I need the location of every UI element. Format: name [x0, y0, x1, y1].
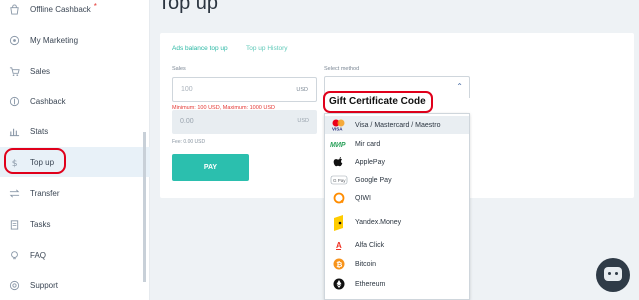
- svg-text:A: A: [336, 241, 342, 250]
- sum-field: 0.00 USD: [172, 110, 317, 134]
- sidebar-scrollbar[interactable]: [143, 132, 146, 282]
- fee-text: Fee: 0.00 USD: [172, 139, 206, 145]
- sidebar-item-label: Support: [30, 280, 59, 290]
- shopping-bag-icon: [8, 3, 20, 15]
- bot-eye: [615, 272, 618, 275]
- coin-icon: [8, 95, 20, 107]
- sidebar-item-label: Stats: [30, 126, 49, 136]
- method-dropdown-list: VISA Visa / Mastercard / Maestro МИР Mir…: [324, 113, 470, 300]
- bot-face-icon: [604, 267, 622, 281]
- method-option-label: Ethereum: [355, 280, 386, 288]
- cart-icon: [8, 65, 20, 77]
- sidebar-item-label: Transfer: [30, 188, 60, 198]
- method-option-label: Bitcoin: [355, 260, 377, 268]
- yandex-money-icon: [330, 212, 348, 232]
- bot-eye: [608, 272, 611, 275]
- ethereum-icon: [330, 278, 348, 290]
- sidebar-item-label: Offline Cashback: [30, 4, 91, 14]
- chat-bot-button[interactable]: [596, 258, 630, 292]
- sidebar-item-cashback[interactable]: Cashback: [0, 86, 150, 116]
- svg-text:₿: ₿: [336, 260, 342, 269]
- sales-label: Sales: [172, 66, 186, 72]
- chevron-up-icon[interactable]: ⌃: [456, 82, 463, 91]
- support-icon: [8, 279, 20, 291]
- sidebar-item-label: Cashback: [30, 96, 66, 106]
- new-badge: *: [93, 1, 97, 11]
- method-option-applepay[interactable]: ApplePay: [325, 153, 469, 171]
- sidebar-item-label: Sales: [30, 66, 51, 76]
- method-option-label: Visa / Mastercard / Maestro: [355, 121, 441, 129]
- bar-chart-icon: [8, 125, 20, 137]
- pay-button[interactable]: PAY: [172, 154, 249, 181]
- method-option-label: Mir card: [355, 140, 381, 148]
- method-option-visa-mastercard[interactable]: VISA Visa / Mastercard / Maestro: [325, 116, 469, 134]
- method-option-bitcoin[interactable]: ₿ Bitcoin: [325, 255, 469, 273]
- transfer-icon: [8, 187, 20, 199]
- method-option-alfa-click[interactable]: A Alfa Click: [325, 236, 469, 254]
- method-option-label: Alfa Click: [355, 241, 385, 249]
- sidebar-item-stats[interactable]: Stats: [0, 116, 150, 146]
- google-pay-icon: G Pay: [330, 174, 348, 186]
- sales-input-placeholder: 100: [181, 86, 193, 93]
- sum-currency: USD: [297, 118, 309, 124]
- sidebar-item-label: FAQ: [30, 250, 47, 260]
- sidebar-item-label: Tasks: [30, 219, 51, 229]
- clipboard-icon: [8, 218, 20, 230]
- svg-text:VISA: VISA: [332, 127, 343, 132]
- sales-input[interactable]: 100 USD: [172, 77, 317, 102]
- tab-ads-balance-top-up[interactable]: Ads balance top up: [172, 45, 228, 52]
- method-option-google-pay[interactable]: G Pay Google Pay: [325, 171, 469, 189]
- sidebar-item-transfer[interactable]: Transfer: [0, 178, 150, 208]
- tab-top-up-history[interactable]: Top up History: [246, 45, 288, 52]
- sidebar-item-faq[interactable]: FAQ: [0, 240, 150, 270]
- method-option-label: Google Pay: [355, 176, 392, 184]
- sidebar-item-label: My Marketing: [30, 35, 79, 45]
- marketing-icon: [8, 34, 20, 46]
- qiwi-icon: [330, 192, 348, 204]
- sum-value: 0.00: [180, 118, 194, 125]
- method-option-yandex-money[interactable]: Yandex.Money: [325, 210, 469, 234]
- method-option-qiwi[interactable]: QIWI: [325, 189, 469, 207]
- visa-mastercard-icon: VISA: [330, 119, 348, 131]
- sidebar-item-my-marketing[interactable]: My Marketing: [0, 25, 150, 55]
- method-option-label: QIWI: [355, 194, 371, 202]
- apple-icon: [330, 156, 348, 168]
- select-method-label: Select method: [324, 66, 360, 72]
- mir-icon: МИР: [330, 138, 348, 150]
- alfa-icon: A: [330, 239, 348, 251]
- svg-text:МИР: МИР: [330, 142, 346, 149]
- method-option-mir[interactable]: МИР Mir card: [325, 135, 469, 153]
- gift-certificate-annotation: Gift Certificate Code: [329, 96, 426, 107]
- method-option-ethereum[interactable]: Ethereum: [325, 275, 469, 293]
- sales-currency: USD: [296, 87, 308, 93]
- method-option-label: ApplePay: [355, 158, 385, 166]
- highlight-ring-top-up: [4, 148, 66, 174]
- sidebar-item-offline-cashback[interactable]: Offline Cashback *: [0, 0, 150, 24]
- bitcoin-icon: ₿: [330, 258, 348, 270]
- sidebar-item-tasks[interactable]: Tasks: [0, 209, 150, 239]
- method-option-label: Yandex.Money: [355, 218, 402, 226]
- sidebar-item-sales[interactable]: Sales: [0, 56, 150, 86]
- sidebar-item-support[interactable]: Support: [0, 270, 150, 300]
- lightbulb-icon: [8, 249, 20, 261]
- page-title: Top up: [158, 0, 219, 14]
- svg-text:G Pay: G Pay: [333, 178, 346, 183]
